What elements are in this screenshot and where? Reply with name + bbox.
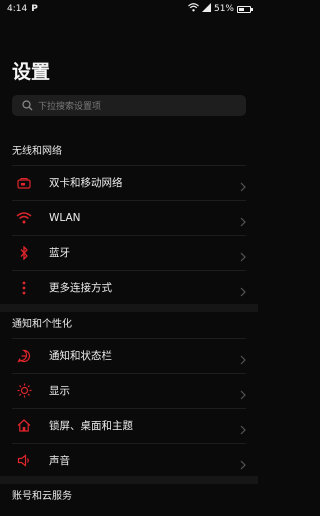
search-bar[interactable]: 下拉搜索设置项	[12, 95, 246, 116]
settings-item-label: 双卡和移动网络	[49, 177, 123, 189]
settings-item-label: 显示	[49, 385, 70, 397]
chevron-right-icon	[240, 247, 246, 266]
chevron-right-icon	[240, 385, 246, 404]
section-personalization: 通知和个性化 通知和状态栏 显示 锁屏、桌面和主题 声音	[0, 312, 258, 478]
battery-icon	[237, 5, 253, 13]
chevron-right-icon	[240, 420, 246, 439]
settings-item-wlan[interactable]: WLAN	[0, 200, 258, 235]
brightness-icon	[16, 383, 32, 399]
wifi-icon	[16, 210, 32, 226]
battery-percent: 51%	[213, 4, 234, 14]
section-divider	[0, 304, 258, 312]
app-indicator-icon: P	[31, 4, 38, 14]
settings-item-sound[interactable]: 声音	[0, 443, 258, 478]
section-header-wireless: 无线和网络	[12, 146, 62, 157]
settings-item-notifications[interactable]: 通知和状态栏	[0, 338, 258, 373]
page-title: 设置	[12, 61, 51, 83]
chevron-right-icon	[240, 212, 246, 231]
settings-item-label: 通知和状态栏	[49, 350, 112, 362]
settings-item-display[interactable]: 显示	[0, 373, 258, 408]
section-divider	[0, 476, 258, 484]
chevron-right-icon	[240, 282, 246, 301]
section-account: 账号和云服务	[0, 484, 258, 510]
section-header-personalization: 通知和个性化	[12, 319, 72, 330]
chevron-right-icon	[240, 350, 246, 369]
settings-item-label: WLAN	[49, 211, 81, 224]
speaker-icon	[16, 453, 32, 469]
search-icon	[22, 96, 33, 115]
wifi-status-icon	[188, 3, 199, 15]
settings-item-label: 更多连接方式	[49, 282, 112, 294]
signal-icon	[201, 3, 211, 15]
home-icon	[16, 418, 32, 434]
section-wireless: 无线和网络 双卡和移动网络 WLAN 蓝牙 更多连接方式	[0, 139, 258, 305]
settings-item-label: 声音	[49, 455, 70, 467]
settings-item-bluetooth[interactable]: 蓝牙	[0, 235, 258, 270]
settings-item-label: 蓝牙	[49, 247, 70, 259]
settings-item-more-connections[interactable]: 更多连接方式	[0, 270, 258, 305]
settings-item-lockscreen-theme[interactable]: 锁屏、桌面和主题	[0, 408, 258, 443]
section-header-account: 账号和云服务	[12, 491, 72, 502]
settings-item-dual-sim[interactable]: 双卡和移动网络	[0, 165, 258, 200]
search-placeholder: 下拉搜索设置项	[38, 102, 102, 112]
chevron-right-icon	[240, 177, 246, 196]
sim-card-icon	[16, 175, 32, 191]
chevron-right-icon	[240, 455, 246, 474]
bluetooth-icon	[16, 245, 32, 261]
status-time: 4:14	[7, 4, 28, 14]
notification-icon	[16, 348, 32, 364]
status-bar: 4:14 P 51%	[0, 0, 258, 18]
settings-item-label: 锁屏、桌面和主题	[49, 420, 133, 432]
more-dots-icon	[16, 280, 32, 296]
